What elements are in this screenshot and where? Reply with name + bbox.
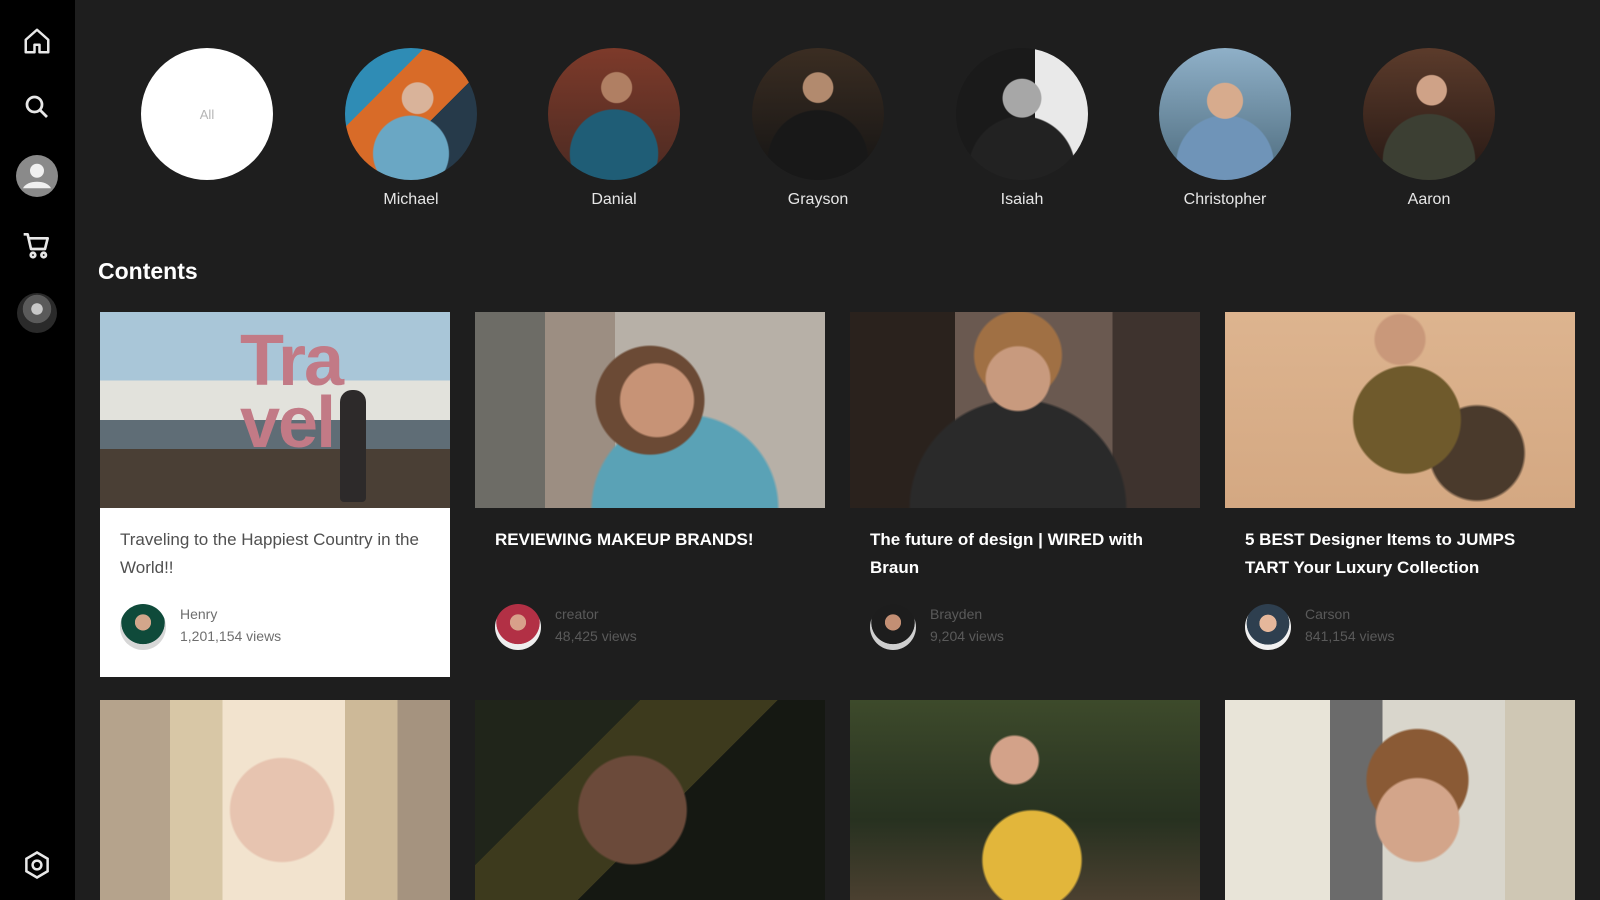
settings-icon	[25, 851, 49, 879]
creator-avatar	[1159, 48, 1291, 180]
content-card[interactable]	[1225, 700, 1575, 900]
content-meta: creator 48,425 views	[495, 604, 805, 652]
account-avatar-button[interactable]	[14, 290, 60, 336]
home-button[interactable]	[14, 18, 60, 64]
creator-avatar	[548, 48, 680, 180]
search-button[interactable]	[14, 84, 60, 130]
content-card[interactable]: The future of design | WIRED with Braun …	[850, 312, 1200, 677]
content-thumbnail: Tra vel	[100, 312, 450, 508]
thumbnail-text: Tra vel	[240, 321, 344, 463]
creator-name: Christopher	[1183, 191, 1267, 208]
contents-heading: Contents	[98, 258, 198, 284]
creator-christopher[interactable]: Christopher	[1158, 48, 1292, 210]
search-icon	[25, 95, 48, 118]
content-thumbnail	[475, 700, 825, 900]
content-thumbnail	[850, 700, 1200, 900]
creator-avatar	[1363, 48, 1495, 180]
content-title: REVIEWING MAKEUP BRANDS!	[495, 530, 754, 549]
content-title: The future of design | WIRED with Braun	[870, 530, 1143, 577]
author-name: Brayden	[930, 606, 983, 622]
user-icon	[16, 155, 58, 197]
creator-name: Grayson	[787, 191, 849, 208]
content-meta: Carson 841,154 views	[1245, 604, 1555, 652]
content-title: Traveling to the Happiest Country in the…	[120, 530, 419, 577]
author-name: Henry	[180, 606, 218, 622]
view-count: 1,201,154 views	[180, 628, 282, 644]
content-card[interactable]: 5 BEST Designer Items to JUMPS TART Your…	[1225, 312, 1575, 677]
author-avatar	[1245, 604, 1291, 650]
content-meta: Brayden 9,204 views	[870, 604, 1180, 652]
content-card[interactable]	[475, 700, 825, 900]
creator-name: Isaiah	[1000, 191, 1044, 208]
creator-danial[interactable]: Danial	[547, 48, 681, 210]
cart-icon	[23, 233, 49, 259]
settings-button[interactable]	[14, 842, 60, 888]
author-avatar	[120, 604, 166, 650]
content-thumbnail	[475, 312, 825, 508]
creator-avatar	[956, 48, 1088, 180]
creator-isaiah[interactable]: Isaiah	[955, 48, 1089, 210]
view-count: 48,425 views	[555, 628, 637, 644]
creators-row: All Michael Danial Grayson Isaiah Christ…	[140, 48, 1540, 218]
view-count: 9,204 views	[930, 628, 1004, 644]
content-card[interactable]	[100, 700, 450, 900]
content-card[interactable]	[850, 700, 1200, 900]
creator-avatar	[752, 48, 884, 180]
sidebar	[0, 0, 75, 900]
author-name: Carson	[1305, 606, 1351, 622]
author-avatar	[495, 604, 541, 650]
content-card[interactable]: Tra vel Traveling to the Happiest Countr…	[100, 312, 450, 677]
creator-name: Aaron	[1407, 191, 1451, 208]
avatar	[17, 293, 57, 333]
content-meta: Henry 1,201,154 views	[120, 604, 430, 652]
content-title: 5 BEST Designer Items to JUMPS TART Your…	[1245, 530, 1516, 577]
all-filter-circle: All	[141, 48, 273, 180]
creator-filter-all[interactable]: All	[140, 48, 274, 180]
profile-button[interactable]	[14, 153, 60, 199]
cart-button[interactable]	[14, 222, 60, 268]
content-thumbnail	[100, 700, 450, 900]
view-count: 841,154 views	[1305, 628, 1395, 644]
creator-avatar	[345, 48, 477, 180]
author-avatar	[870, 604, 916, 650]
content-thumbnail	[1225, 312, 1575, 508]
creator-name: Michael	[383, 191, 439, 208]
all-filter-label: All	[199, 106, 215, 122]
creator-michael[interactable]: Michael	[344, 48, 478, 210]
content-thumbnail	[1225, 700, 1575, 900]
author-name: creator	[555, 606, 599, 622]
creator-aaron[interactable]: Aaron	[1362, 48, 1496, 210]
creator-name: Danial	[591, 191, 637, 208]
creator-grayson[interactable]: Grayson	[751, 48, 885, 210]
content-thumbnail	[850, 312, 1200, 508]
content-card[interactable]: REVIEWING MAKEUP BRANDS! creator 48,425 …	[475, 312, 825, 677]
home-icon	[24, 28, 50, 54]
